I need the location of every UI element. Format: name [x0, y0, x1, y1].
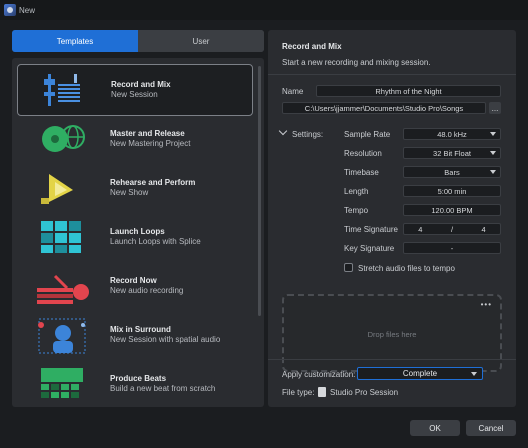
timebase-select[interactable]: Bars — [403, 166, 501, 178]
time-signature-input[interactable]: 4 / 4 — [403, 223, 501, 235]
ok-button[interactable]: OK — [410, 420, 460, 436]
details-panel: Record and Mix Start a new recording and… — [268, 30, 516, 407]
record-icon — [31, 266, 93, 306]
chevron-down-icon — [490, 170, 496, 174]
template-title: Produce Beats — [110, 374, 167, 383]
template-record-and-mix[interactable]: Record and Mix New Session — [17, 64, 253, 116]
sample-rate-value: 48.0 kHz — [437, 129, 467, 139]
resolution-value: 32 Bit Float — [433, 148, 471, 158]
divider — [268, 74, 516, 75]
more-options-icon[interactable]: ••• — [481, 300, 492, 309]
template-title: Record Now — [110, 276, 157, 285]
tab-templates[interactable]: Templates — [12, 30, 138, 52]
timebase-label: Timebase — [344, 168, 379, 177]
surround-head-icon — [31, 315, 93, 355]
sample-rate-label: Sample Rate — [344, 130, 391, 139]
document-icon — [318, 387, 326, 397]
template-subtitle: New Show — [110, 188, 149, 197]
customization-label: Apply customization: — [282, 370, 356, 379]
key-signature-input[interactable]: - — [403, 242, 501, 254]
template-title: Master and Release — [110, 129, 185, 138]
name-input[interactable]: Rhythm of the Night — [316, 85, 501, 97]
customization-select[interactable]: Complete — [357, 367, 483, 380]
divider — [268, 359, 516, 360]
template-subtitle: New audio recording — [110, 286, 184, 295]
globe-icon — [31, 119, 93, 159]
drop-zone-text: Drop files here — [367, 330, 417, 339]
chevron-down-icon — [490, 132, 496, 136]
template-record-now[interactable]: Record Now New audio recording — [17, 260, 253, 312]
template-subtitle: New Mastering Project — [110, 139, 191, 148]
template-title: Record and Mix — [111, 80, 171, 89]
sample-rate-select[interactable]: 48.0 kHz — [403, 128, 501, 140]
stretch-checkbox[interactable] — [344, 263, 353, 272]
customization-value: Complete — [402, 369, 438, 378]
details-title: Record and Mix — [282, 42, 342, 51]
mixer-icon — [32, 70, 94, 110]
template-tabs: Templates User — [12, 30, 264, 52]
template-subtitle: New Session with spatial audio — [110, 335, 221, 344]
resolution-select[interactable]: 32 Bit Float — [403, 147, 501, 159]
length-input[interactable]: 5:00 min — [403, 185, 501, 197]
beat-pads-icon — [31, 364, 93, 404]
time-signature-separator: / — [450, 224, 454, 234]
timebase-value: Bars — [444, 167, 460, 177]
template-subtitle: Launch Loops with Splice — [110, 237, 201, 246]
template-title: Rehearse and Perform — [110, 178, 196, 187]
settings-label: Settings: — [292, 130, 324, 139]
stage-light-icon — [31, 168, 93, 208]
path-field[interactable]: C:\Users\jjammer\Documents\Studio Pro\So… — [282, 102, 486, 114]
template-master-and-release[interactable]: Master and Release New Mastering Project — [17, 113, 253, 165]
details-description: Start a new recording and mixing session… — [282, 58, 431, 67]
window-title: New — [19, 5, 36, 15]
file-type-label: File type: — [282, 388, 315, 397]
template-title: Mix in Surround — [110, 325, 171, 334]
key-signature-label: Key Signature — [344, 244, 395, 253]
template-rehearse-and-perform[interactable]: Rehearse and Perform New Show — [17, 162, 253, 214]
file-type-value: Studio Pro Session — [330, 388, 399, 397]
tempo-label: Tempo — [344, 206, 369, 215]
drop-zone[interactable]: ••• Drop files here — [282, 294, 502, 372]
list-scrollbar[interactable] — [258, 66, 261, 316]
template-mix-in-surround[interactable]: Mix in Surround New Session with spatial… — [17, 309, 253, 361]
tempo-input[interactable]: 120.00 BPM — [403, 204, 501, 216]
title-bar: New — [0, 0, 528, 20]
loop-grid-icon — [31, 217, 93, 257]
resolution-label: Resolution — [344, 149, 382, 158]
template-launch-loops[interactable]: Launch Loops Launch Loops with Splice — [17, 211, 253, 263]
name-label: Name — [282, 87, 304, 96]
template-subtitle: Build a new beat from scratch — [110, 384, 216, 393]
app-icon — [4, 4, 16, 16]
time-signature-numerator[interactable]: 4 — [418, 225, 422, 234]
cancel-button[interactable]: Cancel — [466, 420, 516, 436]
length-label: Length — [344, 187, 369, 196]
tab-user[interactable]: User — [138, 30, 264, 52]
chevron-down-icon — [490, 151, 496, 155]
template-list[interactable]: Record and Mix New Session Master and Re… — [12, 58, 264, 407]
stretch-label: Stretch audio files to tempo — [358, 264, 455, 273]
time-signature-denominator[interactable]: 4 — [482, 225, 486, 234]
template-produce-beats[interactable]: Produce Beats Build a new beat from scra… — [17, 358, 253, 407]
template-title: Launch Loops — [110, 227, 165, 236]
chevron-down-icon[interactable] — [278, 126, 288, 136]
browse-button[interactable]: ... — [489, 102, 501, 114]
template-subtitle: New Session — [111, 90, 158, 99]
chevron-down-icon — [471, 372, 477, 376]
time-signature-label: Time Signature — [344, 225, 398, 234]
